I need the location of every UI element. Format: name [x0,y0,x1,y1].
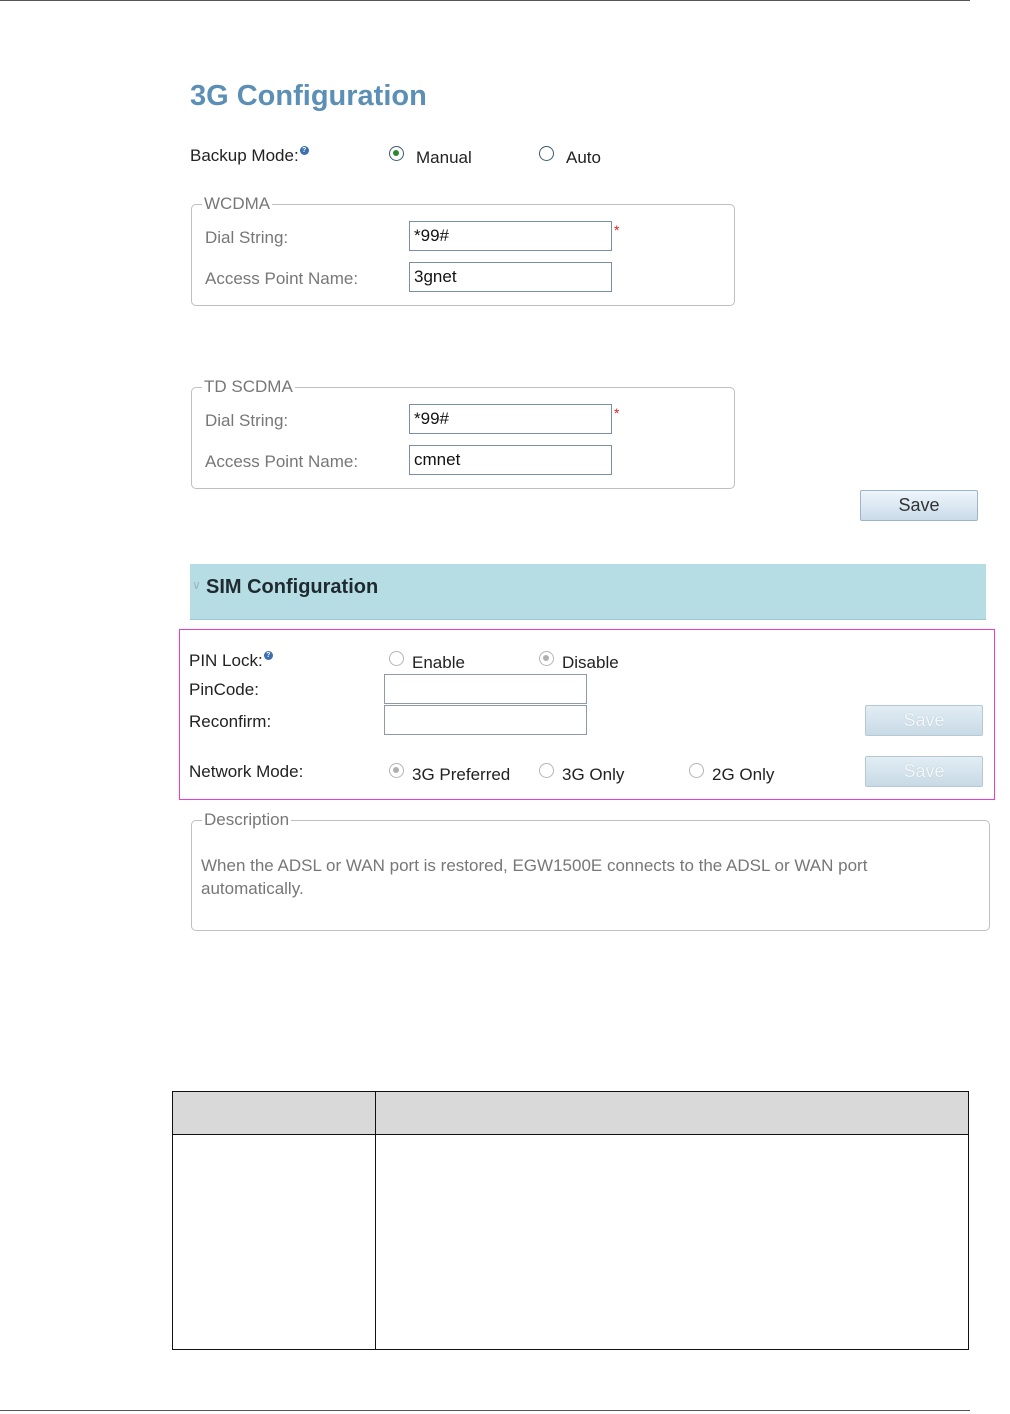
network-save-button[interactable]: Save [865,756,983,787]
network-mode-3g-preferred-radio[interactable] [389,763,404,778]
network-mode-3g-only-label[interactable]: 3G Only [562,765,624,785]
help-icon[interactable]: ? [263,651,273,660]
backup-mode-label-text: Backup Mode: [190,146,299,165]
page-bottom-rule [0,1410,970,1411]
backup-mode-label: Backup Mode:? [190,146,309,166]
pin-lock-disable-label[interactable]: Disable [562,653,619,673]
chevron-down-icon[interactable]: ∨ [192,578,201,592]
parameter-table [172,1091,969,1350]
pin-lock-enable-label[interactable]: Enable [412,653,465,673]
reconfirm-label: Reconfirm: [189,712,272,731]
wcdma-dial-string-label: Dial String: [205,228,289,247]
tdscdma-dial-string-label: Dial String: [205,411,289,430]
description-text: When the ADSL or WAN port is restored, E… [201,856,868,898]
wcdma-legend: WCDMA [204,194,271,213]
network-mode-label: Network Mode: [189,762,304,781]
save-button[interactable]: Save [860,490,978,521]
table-column-divider [375,1092,376,1349]
pin-lock-disable-radio[interactable] [539,651,554,666]
network-mode-2g-only-label[interactable]: 2G Only [712,765,774,785]
pin-lock-enable-radio[interactable] [389,651,404,666]
page-top-rule [0,0,970,1]
network-mode-3g-only-radio[interactable] [539,763,554,778]
backup-mode-manual-radio[interactable] [389,146,404,161]
tdscdma-dial-string-required-mark: * [614,405,620,421]
network-mode-3g-preferred-label[interactable]: 3G Preferred [412,765,510,785]
network-mode-2g-only-radio[interactable] [689,763,704,778]
tdscdma-legend: TD SCDMA [204,377,293,396]
pin-lock-label: PIN Lock:? [189,651,273,671]
wcdma-apn-input[interactable] [409,262,612,292]
pincode-label: PinCode: [189,680,259,699]
page-title: 3G Configuration [190,80,427,112]
sim-configuration-title: SIM Configuration [206,576,379,598]
wcdma-apn-label: Access Point Name: [205,269,359,288]
tdscdma-apn-label: Access Point Name: [205,452,359,471]
tdscdma-dial-string-input[interactable] [409,404,612,434]
wcdma-dial-string-input[interactable] [409,221,612,251]
reconfirm-input[interactable] [384,705,587,735]
tdscdma-apn-input[interactable] [409,445,612,475]
backup-mode-auto-radio[interactable] [539,146,554,161]
backup-mode-auto-label[interactable]: Auto [566,148,601,168]
pincode-input[interactable] [384,674,587,704]
pin-save-button[interactable]: Save [865,705,983,736]
table-header-row [173,1092,968,1135]
description-legend: Description [204,810,290,829]
help-icon[interactable]: ? [299,146,309,155]
backup-mode-manual-label[interactable]: Manual [416,148,472,168]
wcdma-dial-string-required-mark: * [614,222,620,238]
pin-lock-label-text: PIN Lock: [189,651,263,670]
